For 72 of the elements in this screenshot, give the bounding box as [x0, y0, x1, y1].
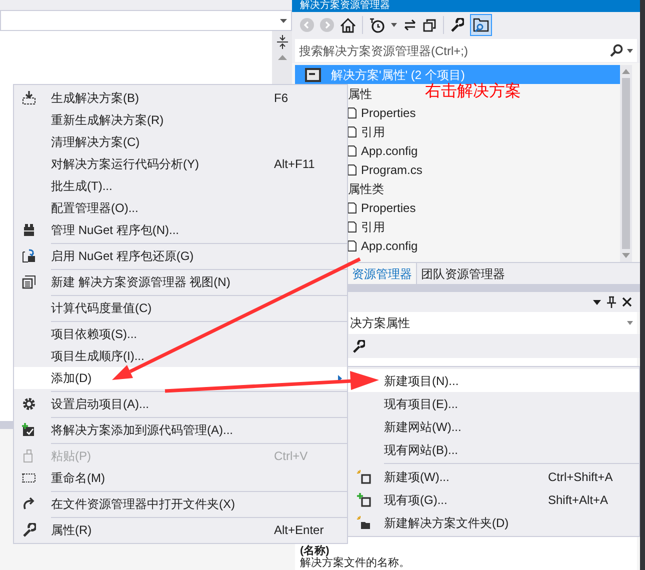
tree-item[interactable]: 属性类: [348, 179, 384, 198]
dropdown-caret-icon[interactable]: [593, 300, 601, 304]
menu-item[interactable]: 配置管理器(O)...: [14, 197, 347, 219]
menu-item[interactable]: 重新生成解决方案(R): [14, 109, 347, 131]
rename-icon: [22, 471, 36, 485]
curved-arrow-icon: [22, 497, 36, 511]
dropdown-caret-icon: [627, 321, 633, 325]
search-box[interactable]: 搜索解决方案资源管理器(Ctrl+;): [295, 39, 637, 62]
menu-item[interactable]: 对解决方案运行代码分析(Y) Alt+F11: [14, 153, 347, 175]
menu-item[interactable]: 新建网站(W)...: [348, 415, 639, 438]
scrollbar-thumb[interactable]: [622, 78, 630, 249]
menu-item[interactable]: 新建解决方案文件夹(D): [348, 511, 639, 534]
close-icon[interactable]: [622, 297, 632, 307]
clock-icon[interactable]: [369, 17, 385, 33]
panel-tab[interactable]: 资源管理器: [348, 263, 416, 284]
menu-item[interactable]: 设置启动项目(A)...: [14, 393, 347, 415]
splitter-icon[interactable]: [276, 35, 288, 49]
tree-item[interactable]: 属性: [348, 84, 372, 103]
dropdown-caret-icon[interactable]: [627, 48, 633, 52]
folder-search-icon: [473, 18, 489, 32]
tree-item[interactable]: App.config: [347, 236, 418, 255]
menu-item[interactable]: 项目依赖项(S)...: [14, 323, 347, 345]
box-arrow-icon: [22, 249, 36, 263]
tree-item[interactable]: Properties: [347, 198, 416, 217]
menu-item[interactable]: 启用 NuGet 程序包还原(G): [14, 245, 347, 267]
tree-item[interactable]: 引用: [347, 122, 385, 141]
tree-item[interactable]: App.config: [347, 141, 418, 160]
object-dropdown[interactable]: 决方案属性: [349, 312, 637, 334]
window-list-icon: [22, 275, 36, 289]
menu-item[interactable]: 属性(R) Alt+Enter: [14, 519, 347, 541]
dropdown-caret-icon[interactable]: [280, 18, 287, 22]
tray-arrow-icon: [22, 91, 36, 105]
sparkle-folder-icon: [357, 516, 371, 530]
menu-item[interactable]: 添加(D): [14, 367, 347, 389]
property-description: 解决方案文件的名称。: [300, 557, 411, 570]
menu-item[interactable]: 重命名(M): [14, 467, 347, 489]
menu-item[interactable]: 将解决方案添加到源代码管理(A)...: [14, 419, 347, 441]
tree-item[interactable]: Program.cs: [347, 160, 422, 179]
pin-icon[interactable]: [607, 296, 616, 308]
menu-item[interactable]: 批生成(T)...: [14, 175, 347, 197]
sync-icon[interactable]: [403, 19, 417, 31]
menu-item[interactable]: 项目生成顺序(I)...: [14, 345, 347, 367]
stacked-windows-icon[interactable]: [423, 18, 437, 32]
menu-item[interactable]: 在文件资源管理器中打开文件夹(X): [14, 493, 347, 515]
plus-box-icon: [22, 423, 36, 437]
menu-item[interactable]: 现有网站(B)...: [348, 438, 639, 461]
tree-item[interactable]: 引用: [347, 217, 385, 236]
sparkle-square-icon: [357, 470, 371, 484]
tree-item[interactable]: Properties: [347, 103, 416, 122]
solution-icon: [305, 68, 321, 82]
property-name: (名称): [300, 545, 330, 557]
plus-square-icon: [357, 492, 371, 506]
preview-toggle[interactable]: [470, 14, 492, 36]
menu-item[interactable]: 新建项(W)... Ctrl+Shift+A: [348, 465, 639, 488]
menu-item[interactable]: 生成解决方案(B) F6: [14, 87, 347, 109]
menu-item[interactable]: 现有项目(E)...: [348, 392, 639, 415]
search-icon[interactable]: [610, 44, 623, 57]
wrench-icon[interactable]: [352, 340, 365, 352]
wrench-icon: [22, 523, 36, 537]
menu-item[interactable]: 现有项(G)... Shift+Alt+A: [348, 488, 639, 511]
menu-item[interactable]: 新建项目(N)...: [348, 369, 639, 392]
home-icon[interactable]: [340, 18, 356, 32]
menu-item[interactable]: 新建 解决方案资源管理器 视图(N): [14, 271, 347, 293]
submenu-arrow-icon: [338, 374, 342, 382]
package-icon: [22, 223, 36, 237]
menu-item[interactable]: 管理 NuGet 程序包(N)...: [14, 219, 347, 241]
caret-icon[interactable]: [391, 23, 397, 27]
menu-item[interactable]: 清理解决方案(C): [14, 131, 347, 153]
annotation-text: 右击解决方案: [425, 83, 521, 101]
menu-item[interactable]: 计算代码度量值(C): [14, 297, 347, 319]
gear-icon: [22, 397, 36, 411]
wrench-icon[interactable]: [450, 18, 464, 32]
